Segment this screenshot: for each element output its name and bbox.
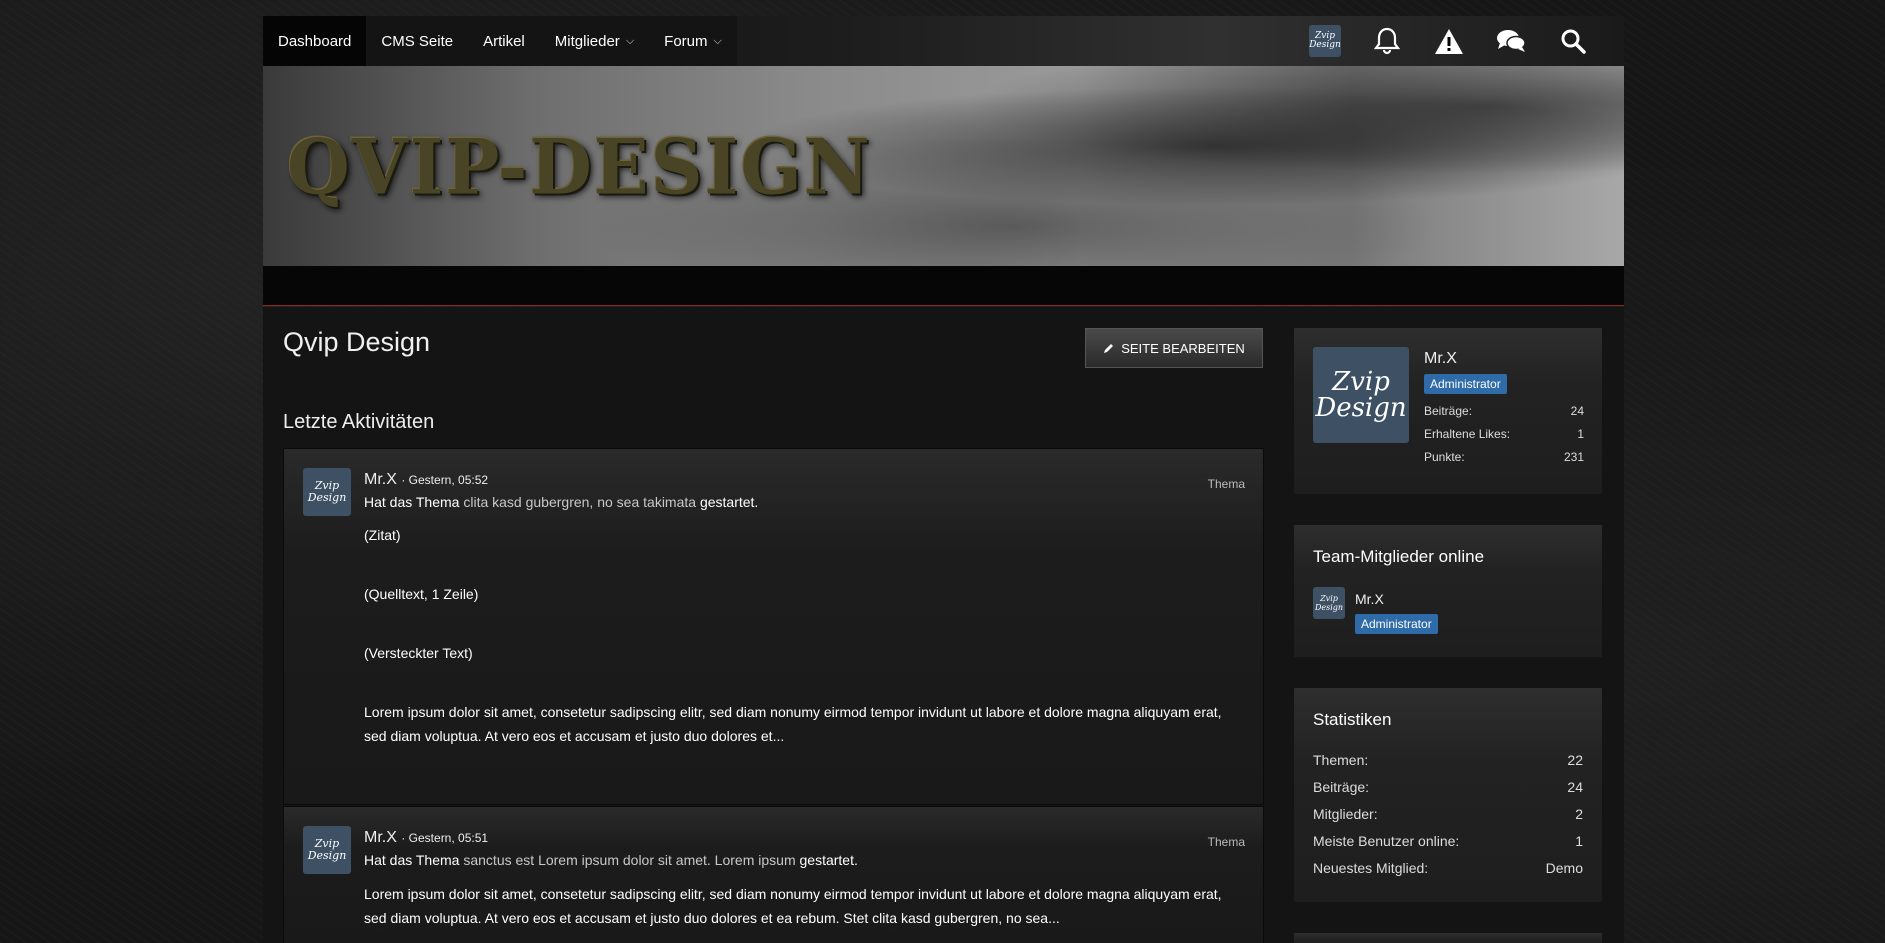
- user-stat-row[interactable]: Erhaltene Likes: 1: [1424, 427, 1584, 450]
- newest-member-link[interactable]: Demo: [1546, 860, 1583, 887]
- topic-link[interactable]: clita kasd gubergren, no sea takimata: [463, 494, 696, 510]
- site-logo[interactable]: QVIP-DESIGN: [287, 122, 872, 211]
- warning-icon: [1435, 28, 1463, 54]
- activity-type: Thema: [1207, 477, 1245, 491]
- activity-spoiler: (Versteckter Text): [364, 645, 473, 661]
- box-title: Team-Mitglieder online: [1313, 547, 1485, 566]
- nav-item-cms-seite[interactable]: CMS Seite: [366, 16, 468, 66]
- activity-header: Mr.X · Gestern, 05:51: [364, 829, 488, 847]
- search-button[interactable]: [1542, 16, 1604, 66]
- box-title: Statistiken: [1313, 710, 1392, 729]
- statistics-list: Themen: 22 Beiträge: 24 Mitglieder: 2 Meist…: [1313, 752, 1583, 887]
- activity-excerpt: Lorem ipsum dolor sit amet, consetetur s…: [364, 704, 1222, 744]
- activity-quote: (Zitat): [364, 527, 401, 543]
- user-stat-row[interactable]: Punkte: 231: [1424, 450, 1584, 473]
- user-info-box: Zvip Design Mr.X Administrator Beiträge: 2…: [1294, 328, 1602, 494]
- nav-label: CMS Seite: [381, 32, 454, 50]
- main-menu: Dashboard CMS Seite Artikel Mitglieder ⌵ …: [263, 16, 737, 66]
- statistic-row: Neuestes Mitglied: Demo: [1313, 860, 1583, 887]
- comments-icon: [1497, 30, 1526, 52]
- chevron-down-icon: ⌵: [713, 34, 722, 47]
- activity-item: Zvip Design Mr.X · Gestern, 05:52 Thema H…: [283, 448, 1264, 805]
- nav-item-forum[interactable]: Forum ⌵: [649, 16, 737, 66]
- nav-label: Forum: [664, 32, 708, 50]
- nav-label: Mitglieder: [554, 32, 620, 50]
- user-name-link[interactable]: Mr.X: [1424, 350, 1457, 368]
- statistic-row: Beiträge: 24: [1313, 779, 1583, 795]
- activity-code: (Quelltext, 1 Zeile): [364, 586, 479, 602]
- pencil-icon: [1104, 344, 1114, 353]
- edit-page-button[interactable]: SEITE BEARBEITEN: [1085, 328, 1263, 368]
- activity-description: Hat das Thema clita kasd gubergren, no s…: [364, 494, 759, 510]
- page-title: Qvip Design: [283, 327, 431, 357]
- header-banner: QVIP-DESIGN: [263, 66, 1624, 266]
- activity-header: Mr.X · Gestern, 05:52: [364, 471, 488, 489]
- top-navbar: Dashboard CMS Seite Artikel Mitglieder ⌵ …: [263, 16, 1624, 66]
- activity-time: · Gestern, 05:51: [401, 831, 489, 845]
- avatar[interactable]: Zvip Design: [1313, 347, 1409, 443]
- user-stats: Beiträge: 24 Erhaltene Likes: 1 Punkte: 231: [1424, 404, 1584, 473]
- user-avatar: Zvip Design: [1309, 25, 1341, 57]
- edit-page-label: SEITE BEARBEITEN: [1121, 340, 1245, 356]
- nav-item-artikel[interactable]: Artikel: [468, 16, 540, 66]
- team-member-badge: Administrator: [1355, 614, 1438, 634]
- activity-user-link[interactable]: Mr.X: [364, 829, 397, 846]
- avatar[interactable]: Zvip Design: [303, 468, 351, 516]
- conversations-button[interactable]: [1480, 16, 1542, 66]
- nav-label: Dashboard: [278, 32, 352, 50]
- user-rank-badge: Administrator: [1424, 374, 1507, 394]
- topic-link[interactable]: sanctus est Lorem ipsum dolor sit amet. …: [463, 852, 795, 868]
- section-title: Letzte Aktivitäten: [283, 411, 435, 433]
- activity-description: Hat das Thema sanctus est Lorem ipsum do…: [364, 852, 858, 868]
- nav-label: Artikel: [483, 32, 525, 50]
- team-member-link[interactable]: Mr.X: [1355, 591, 1384, 607]
- moderation-button[interactable]: [1418, 16, 1480, 66]
- statistic-row: Mitglieder: 2: [1313, 806, 1583, 822]
- activity-item: Zvip Design Mr.X · Gestern, 05:51 Thema H…: [283, 806, 1264, 943]
- nav-item-mitglieder[interactable]: Mitglieder ⌵: [540, 16, 649, 66]
- statistic-row: Meiste Benutzer online: 1: [1313, 833, 1583, 849]
- team-online-box: Team-Mitglieder online Zvip Design Mr.X A…: [1294, 525, 1602, 657]
- avatar[interactable]: Zvip Design: [1313, 587, 1345, 619]
- chevron-down-icon: ⌵: [625, 34, 635, 47]
- header-divider: [263, 266, 1624, 306]
- user-menu-button[interactable]: Zvip Design: [1294, 16, 1356, 66]
- statistic-row: Themen: 22: [1313, 752, 1583, 768]
- statistics-box: Statistiken Themen: 22 Beiträge: 24 Mitgli…: [1294, 688, 1602, 902]
- nav-item-dashboard[interactable]: Dashboard: [263, 16, 367, 66]
- user-menu: Zvip Design: [1294, 16, 1604, 66]
- activity-user-link[interactable]: Mr.X: [364, 471, 397, 488]
- activity-time: · Gestern, 05:52: [401, 473, 489, 487]
- activity-type: Thema: [1207, 835, 1245, 849]
- notifications-button[interactable]: [1356, 16, 1418, 66]
- bell-icon: [1374, 27, 1400, 55]
- sidebar-box-partial: [1294, 933, 1602, 943]
- activity-excerpt: Lorem ipsum dolor sit amet, consetetur s…: [364, 886, 1222, 926]
- user-stat-row[interactable]: Beiträge: 24: [1424, 404, 1584, 427]
- search-icon: [1561, 29, 1586, 54]
- avatar[interactable]: Zvip Design: [303, 826, 351, 874]
